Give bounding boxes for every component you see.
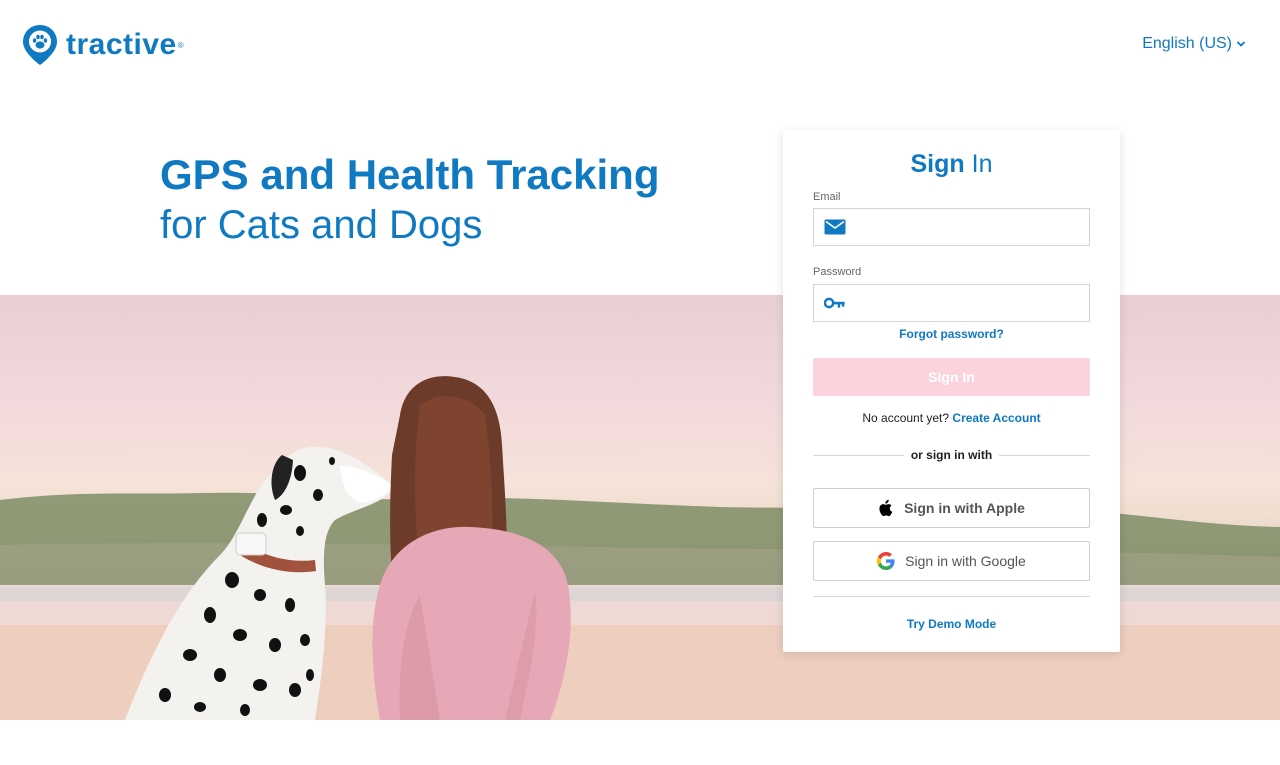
no-account-row: No account yet? Create Account <box>783 411 1120 425</box>
google-icon <box>877 552 895 570</box>
divider-line-right <box>999 454 1091 456</box>
divider-line-left <box>813 454 904 456</box>
password-input[interactable] <box>854 287 1089 319</box>
google-signin-label: Sign in with Google <box>905 553 1026 569</box>
create-account-link[interactable]: Create Account <box>952 411 1040 425</box>
signin-title-light: In <box>971 150 993 178</box>
hero-headline: GPS and Health Tracking for Cats and Dog… <box>160 150 659 250</box>
language-selector[interactable]: English (US) <box>1142 35 1246 53</box>
email-label: Email <box>813 191 841 203</box>
forgot-password-link[interactable]: Forgot password? <box>899 327 1004 341</box>
tractive-logo[interactable]: tractive ® <box>22 23 184 67</box>
brand-name: tractive <box>66 28 177 61</box>
google-signin-button[interactable]: Sign in with Google <box>813 541 1090 581</box>
key-icon <box>824 292 846 314</box>
hero-title-line2: for Cats and Dogs <box>160 203 483 247</box>
chevron-down-icon <box>1236 41 1246 47</box>
social-divider: or sign in with <box>813 447 1091 463</box>
signin-card: Sign In Email Password Forgot password? … <box>783 130 1120 652</box>
demo-row: Try Demo Mode <box>783 617 1120 631</box>
language-label: English (US) <box>1142 35 1232 52</box>
bottom-divider <box>813 596 1090 597</box>
divider-text: or sign in with <box>910 448 993 462</box>
apple-signin-label: Sign in with Apple <box>904 500 1025 516</box>
email-input[interactable] <box>854 211 1089 243</box>
apple-signin-button[interactable]: Sign in with Apple <box>813 488 1090 528</box>
password-label: Password <box>813 266 862 278</box>
paw-pin-icon <box>23 25 57 65</box>
envelope-icon <box>824 216 846 238</box>
header: tractive ® English (US) <box>0 0 1280 90</box>
no-account-text: No account yet? <box>862 411 950 425</box>
hero-title-line1: GPS and Health Tracking <box>160 151 660 198</box>
signin-title-bold: Sign <box>910 150 965 178</box>
password-field[interactable] <box>813 284 1090 322</box>
signin-button[interactable]: Sign In <box>813 358 1090 396</box>
try-demo-link[interactable]: Try Demo Mode <box>907 617 996 631</box>
apple-icon <box>878 499 894 517</box>
signin-title: Sign In <box>783 150 1120 179</box>
registered-mark: ® <box>177 40 184 50</box>
forgot-password-row: Forgot password? <box>783 327 1120 341</box>
email-field[interactable] <box>813 208 1090 246</box>
